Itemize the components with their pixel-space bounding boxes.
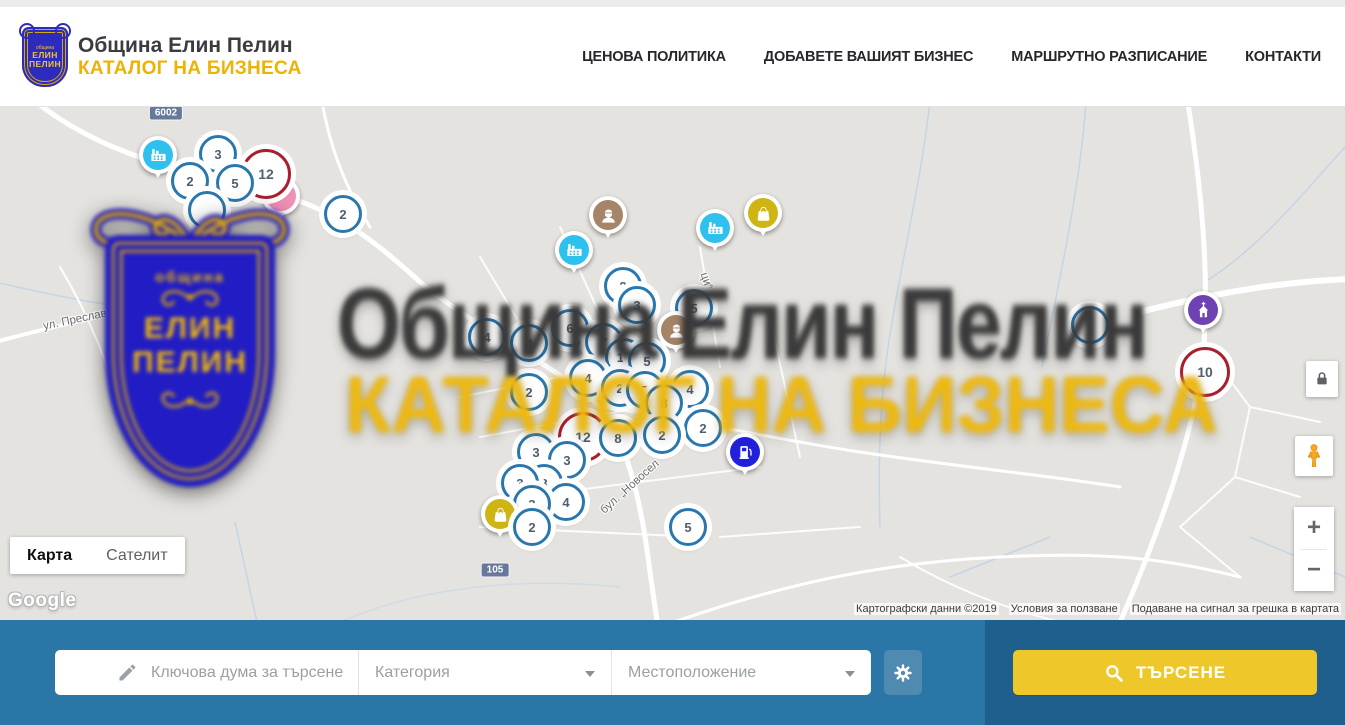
factory-icon [706,219,725,238]
brand-text: Община Елин Пелин КАТАЛОГ НА БИЗНЕСА [78,34,302,80]
nav-route-schedule[interactable]: МАРШРУТНО РАЗПИСАНИЕ [1011,49,1207,65]
shopping-bag-icon [754,204,773,223]
pegman-icon [1303,442,1325,470]
settings-button[interactable] [884,650,922,695]
cluster-marker[interactable]: 4 [510,324,548,362]
location-placeholder: Местоположение [628,664,756,682]
cluster-marker[interactable]: 3 [618,286,656,324]
church-pin-marker[interactable] [1184,291,1222,329]
worker-icon [667,321,686,340]
factory-icon [149,146,168,165]
bag-pin-marker[interactable] [744,194,782,232]
cluster-marker[interactable]: 5 [669,508,707,546]
cluster-marker[interactable] [188,191,226,229]
site-subtitle: КАТАЛОГ НА БИЗНЕСА [78,58,302,80]
map-type-map-button[interactable]: Карта [10,537,89,574]
map-attribution: Картографски данни ©2019 Условия за полз… [854,603,1341,615]
zoom-control: + − [1294,507,1334,591]
chevron-down-icon [585,671,595,677]
location-select[interactable]: Местоположение [612,650,871,695]
cluster-marker[interactable]: 2 [510,373,548,411]
category-select[interactable]: Категория [359,650,612,695]
nav-contacts[interactable]: КОНТАКТИ [1245,49,1321,65]
search-bar: Категория Местоположение [0,620,1345,725]
lock-icon [1314,371,1330,387]
search-button-label: ТЪРСЕНЕ [1136,663,1226,683]
zoom-out-button[interactable]: − [1294,550,1334,592]
cluster-marker[interactable]: 8 [599,419,637,457]
factory-pin-marker[interactable] [555,231,593,269]
gear-icon [892,662,914,684]
google-logo[interactable]: Google [8,590,76,612]
search-button[interactable]: ТЪРСЕНЕ [1013,650,1317,695]
search-icon [1104,663,1124,683]
header: община ЕЛИН ПЕЛИН Община Елин Пелин КАТА… [0,7,1345,107]
shopping-bag-icon [491,505,510,524]
cluster-marker[interactable] [1071,306,1109,344]
terms-link[interactable]: Условия за ползване [1009,603,1120,615]
site-title: Община Елин Пелин [78,34,302,58]
cluster-marker[interactable]: 2 [643,416,681,454]
zoom-in-button[interactable]: + [1294,507,1334,549]
worker-pin-marker[interactable] [657,311,695,349]
cluster-marker[interactable]: 10 [1180,347,1230,397]
map-data-copyright: Картографски данни ©2019 [854,603,999,615]
cluster-marker[interactable]: 4 [468,318,506,356]
chevron-down-icon [845,671,855,677]
cluster-marker[interactable]: 4 [547,483,585,521]
cluster-marker[interactable]: 2 [684,409,722,447]
main-nav: ЦЕНОВА ПОЛИТИКА ДОБАВЕТЕ ВАШИЯТ БИЗНЕС М… [582,49,1321,65]
nav-pricing-policy[interactable]: ЦЕНОВА ПОЛИТИКА [582,49,726,65]
page: община ЕЛИН ПЕЛИН Община Елин Пелин КАТА… [0,0,1345,725]
cluster-marker[interactable]: 2 [324,195,362,233]
nav-add-business[interactable]: ДОБАВЕТЕ ВАШИЯТ БИЗНЕС [764,49,973,65]
markers-layer: 321252 235 6447135 4227481022128 338343 … [0,107,1345,620]
worker-icon [599,206,618,225]
search-bar-right: ТЪРСЕНЕ [985,620,1345,725]
logo-name-line2: ПЕЛИН [29,60,61,69]
fuel-pump-icon [736,443,755,462]
gas-pin-marker[interactable] [726,433,764,471]
category-placeholder: Категория [375,664,450,682]
brand[interactable]: община ЕЛИН ПЕЛИН Община Елин Пелин КАТА… [22,27,302,87]
lock-button[interactable] [1306,361,1338,397]
search-bar-left: Категория Местоположение [0,620,985,725]
factory-pin-marker[interactable] [696,209,734,247]
keyword-field [55,650,359,695]
report-map-error-link[interactable]: Подаване на сигнал за грешка в картата [1130,603,1341,615]
cluster-marker[interactable]: 6 [551,309,589,347]
cluster-marker[interactable]: 2 [513,508,551,546]
map-type-satellite-button[interactable]: Сателит [89,537,184,574]
pegman-button[interactable] [1295,436,1333,476]
cluster-marker[interactable]: 5 [216,164,254,202]
worker-pin-marker[interactable] [589,196,627,234]
factory-pin-marker[interactable] [139,136,177,174]
top-strip [0,0,1345,7]
map-canvas[interactable]: 321252 235 6447135 4227481022128 338343 … [0,107,1345,620]
pencil-icon [117,663,137,683]
church-icon [1194,301,1213,320]
factory-icon [565,241,584,260]
search-controls: Категория Местоположение [55,650,871,695]
keyword-input[interactable] [149,663,353,683]
municipality-logo: община ЕЛИН ПЕЛИН [22,27,68,87]
map-type-control: Карта Сателит [10,537,185,574]
